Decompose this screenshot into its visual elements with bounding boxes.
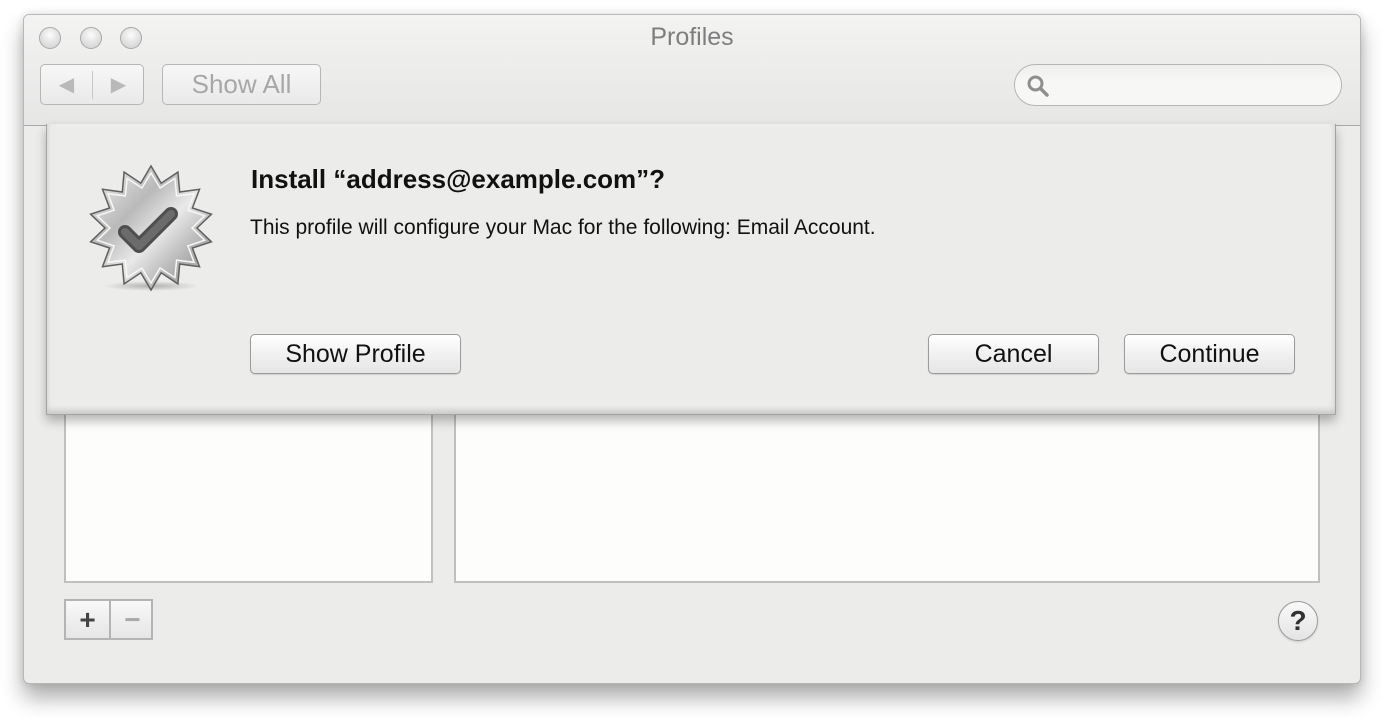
verified-badge-icon (89, 164, 213, 292)
cancel-button[interactable]: Cancel (928, 334, 1099, 374)
back-arrow-icon: ◀ (58, 74, 75, 96)
help-button[interactable]: ? (1278, 601, 1318, 641)
back-forward-control: ◀ ▶ (40, 64, 144, 105)
add-profile-button[interactable]: + (66, 601, 109, 638)
show-profile-button[interactable]: Show Profile (250, 334, 461, 374)
back-button[interactable]: ◀ (41, 65, 92, 104)
continue-button[interactable]: Continue (1124, 334, 1295, 374)
window-title: Profiles (650, 23, 734, 51)
forward-arrow-icon: ▶ (110, 74, 127, 96)
show-all-button[interactable]: Show All (162, 64, 321, 105)
search-input[interactable] (1059, 71, 1333, 101)
sheet-message: This profile will configure your Mac for… (250, 216, 876, 239)
search-field[interactable] (1014, 64, 1342, 106)
install-profile-sheet: Install “address@example.com”? This prof… (46, 124, 1336, 415)
search-icon (1027, 75, 1049, 97)
forward-button[interactable]: ▶ (93, 65, 144, 104)
titlebar: Profiles ◀ ▶ Show All (24, 15, 1360, 126)
sheet-title: Install “address@example.com”? (251, 164, 666, 194)
remove-profile-button[interactable]: − (111, 601, 154, 638)
add-remove-control: + − (64, 599, 153, 640)
